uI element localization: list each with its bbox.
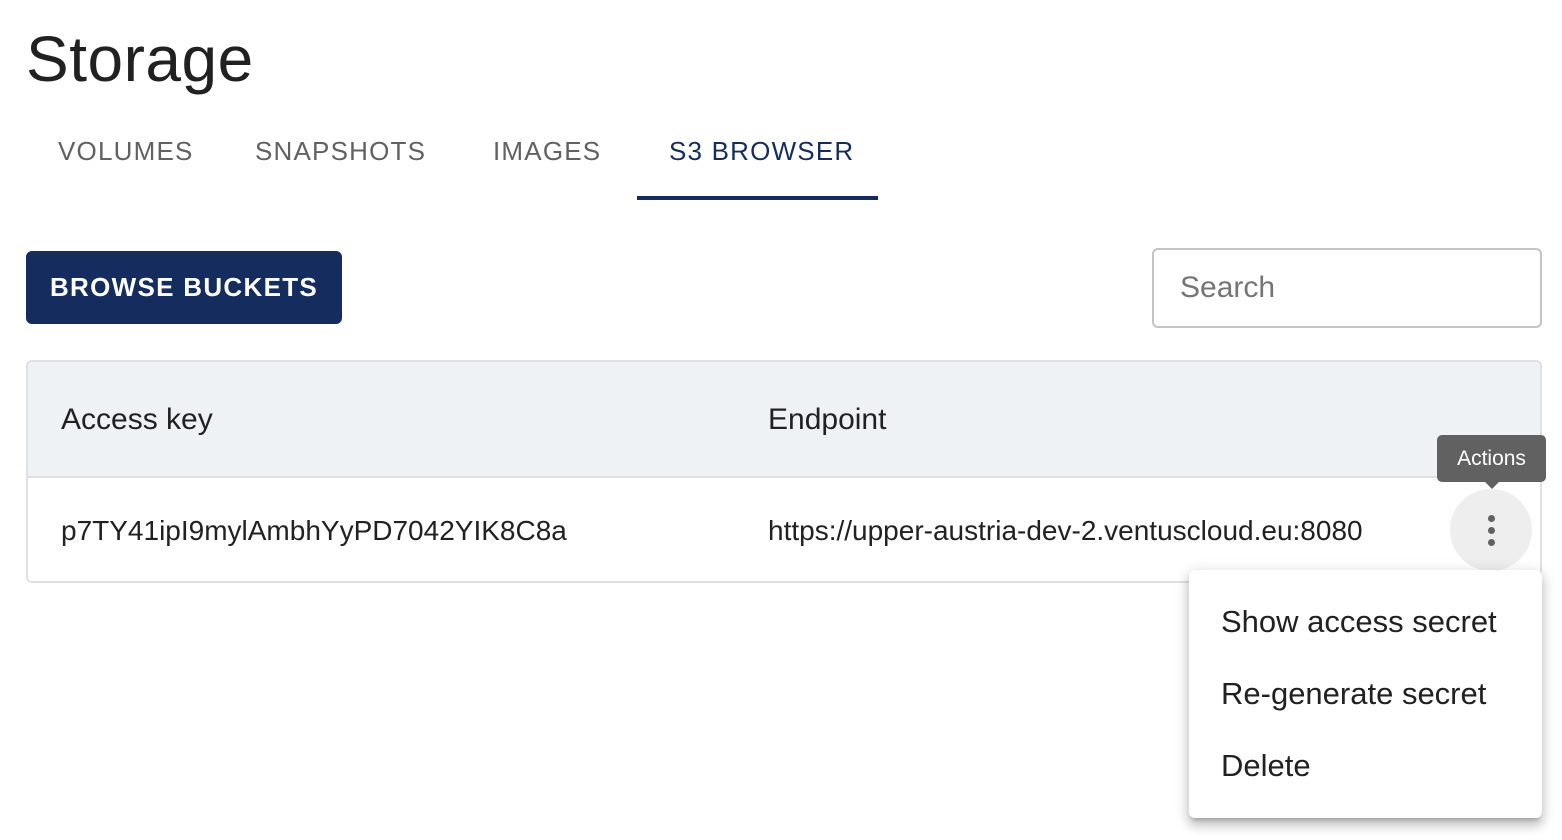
more-vert-icon [1487,514,1495,546]
column-header-endpoint[interactable]: Endpoint [768,362,886,478]
storage-tabs: VOLUMES SNAPSHOTS IMAGES S3 BROWSER [26,116,878,200]
search-input[interactable] [1154,250,1540,326]
actions-tooltip: Actions [1437,435,1546,489]
access-key-cell: p7TY41ipI9mylAmbhYyPD7042YIK8C8a [61,514,567,546]
menu-item-show-access-secret[interactable]: Show access secret [1189,586,1542,658]
tab-images[interactable]: IMAGES [461,116,637,200]
menu-item-delete[interactable]: Delete [1189,730,1542,802]
page-title: Storage [26,23,254,95]
column-header-access-key[interactable]: Access key [61,362,213,478]
endpoint-cell: https://upper-austria-dev-2.ventuscloud.… [768,514,1363,546]
actions-menu: Show access secret Re-generate secret De… [1189,570,1542,818]
tab-volumes[interactable]: VOLUMES [26,116,223,200]
search-field [1152,248,1542,328]
table-row: p7TY41ipI9mylAmbhYyPD7042YIK8C8a https:/… [28,478,1540,581]
storage-page: Storage VOLUMES SNAPSHOTS IMAGES S3 BROW… [0,0,1562,840]
row-actions-button[interactable] [1450,489,1532,571]
table-header: Access key Endpoint [28,362,1540,478]
menu-item-regenerate-secret[interactable]: Re-generate secret [1189,658,1542,730]
tab-s3-browser[interactable]: S3 BROWSER [637,116,878,200]
browse-buckets-button[interactable]: BROWSE BUCKETS [26,251,342,324]
access-keys-table: Access key Endpoint p7TY41ipI9mylAmbhYyP… [26,360,1542,583]
tab-snapshots[interactable]: SNAPSHOTS [223,116,461,200]
